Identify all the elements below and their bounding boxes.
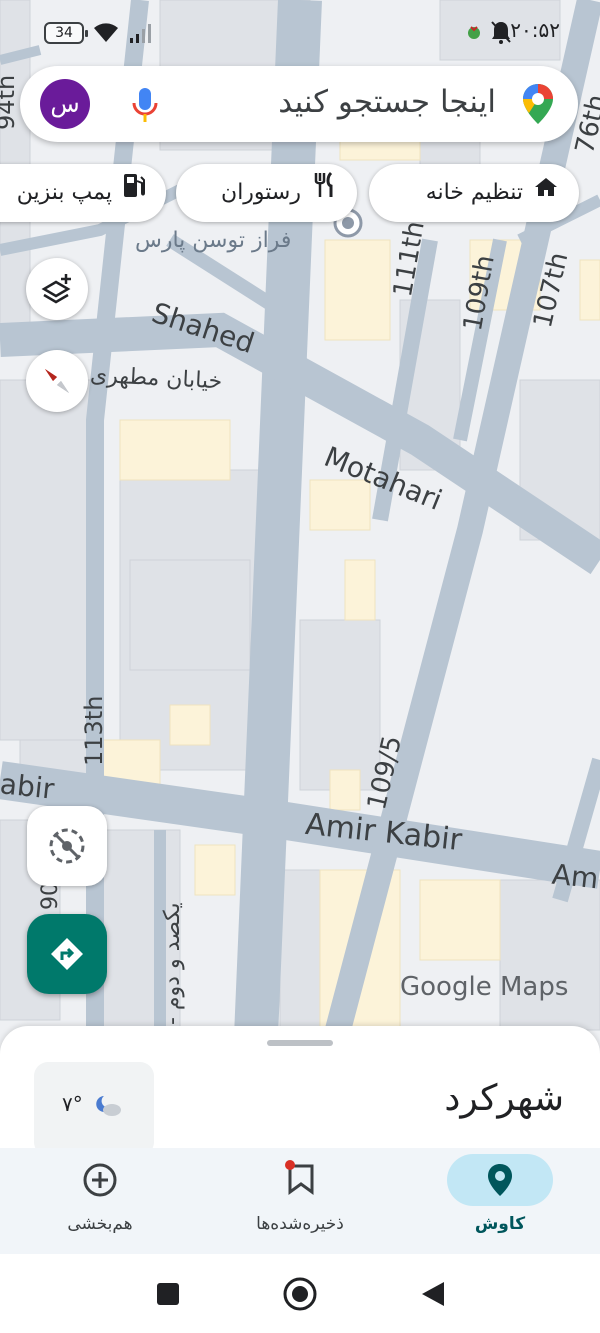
status-bar: 34 ۲۰:۵۲: [0, 0, 600, 64]
maps-screen: فراز توسن پارس Shahed خیابان مطهری Motah…: [0, 0, 600, 1333]
explore-pin-icon: [486, 1162, 514, 1202]
nav-tab-saved[interactable]: ذخیره‌شده‌ها: [200, 1148, 400, 1254]
street-label-94th: 94th: [0, 74, 20, 130]
search-placeholder[interactable]: اینجا جستجو کنید: [278, 84, 496, 120]
chip-restaurants[interactable]: رستوران: [176, 164, 357, 222]
recents-button[interactable]: [156, 1282, 180, 1310]
bookmark-icon: [284, 1160, 318, 1200]
location-disabled-icon: [45, 824, 89, 872]
nav-label-saved: ذخیره‌شده‌ها: [256, 1214, 344, 1234]
account-avatar[interactable]: س: [40, 79, 90, 129]
back-button[interactable]: [420, 1280, 446, 1312]
chip-label-home: تنظیم خانه: [425, 180, 523, 205]
directions-icon: [47, 934, 87, 978]
nav-tab-contribute[interactable]: هم‌بخشی: [0, 1148, 200, 1254]
restaurant-icon: [311, 164, 337, 222]
nav-label-contribute: هم‌بخشی: [67, 1214, 133, 1234]
mute-bell-icon: [490, 20, 512, 48]
sheet-drag-handle[interactable]: [267, 1040, 333, 1046]
system-navigation-bar: [0, 1254, 600, 1333]
weather-temperature: ۷°: [62, 1092, 83, 1116]
my-location-button[interactable]: [27, 806, 107, 886]
nav-tab-explore[interactable]: کاوش: [400, 1148, 600, 1254]
street-label-113th: 113th: [80, 695, 108, 766]
cellular-signal-icon: [128, 22, 152, 48]
weather-card[interactable]: ۷°: [34, 1062, 154, 1156]
street-label-amir-kabir-left: abir: [0, 767, 56, 806]
street-label-90: 90: [38, 882, 63, 910]
street-label-yekso-dovom: یکصد و دوم -: [160, 902, 185, 1025]
chip-label-gas-stations: پمپ بنزین: [16, 180, 112, 205]
bottom-navigation: کاوش ذخیره‌شده‌ها هم‌بخشی: [0, 1148, 600, 1254]
street-label-amir-kabir-right: Am: [550, 857, 600, 896]
layers-icon: [41, 272, 75, 310]
app-notification-icon: [466, 24, 482, 44]
layers-button[interactable]: [26, 258, 88, 320]
nav-label-explore: کاوش: [474, 1214, 526, 1234]
home-icon: [533, 164, 559, 222]
google-maps-logo-icon: [520, 82, 556, 126]
microphone-icon[interactable]: [130, 86, 160, 124]
battery-indicator: 34: [44, 22, 88, 44]
directions-button[interactable]: [27, 914, 107, 994]
chip-gas-stations[interactable]: پمپ بنزین: [0, 164, 166, 222]
map-view[interactable]: فراز توسن پارس Shahed خیابان مطهری Motah…: [0, 0, 600, 1060]
map-canvas: [0, 0, 600, 1060]
contribute-plus-icon: [82, 1162, 118, 1202]
wifi-icon: [92, 20, 120, 48]
compass-button[interactable]: [26, 350, 88, 412]
location-title: شهرکرد: [444, 1078, 564, 1119]
gas-station-icon: [122, 164, 146, 222]
place-label[interactable]: فراز توسن پارس: [135, 228, 291, 253]
weather-night-cloud-icon: [94, 1092, 124, 1122]
search-bar[interactable]: س اینجا جستجو کنید: [20, 66, 578, 142]
chip-label-restaurants: رستوران: [221, 180, 301, 205]
home-button[interactable]: [282, 1276, 318, 1316]
chip-set-home[interactable]: تنظیم خانه: [369, 164, 579, 222]
compass-icon: [39, 363, 75, 403]
clock: ۲۰:۵۲: [510, 18, 560, 42]
google-maps-watermark: Google Maps: [400, 972, 569, 1002]
bottom-sheet[interactable]: شهرکرد ۷°: [0, 1026, 600, 1156]
